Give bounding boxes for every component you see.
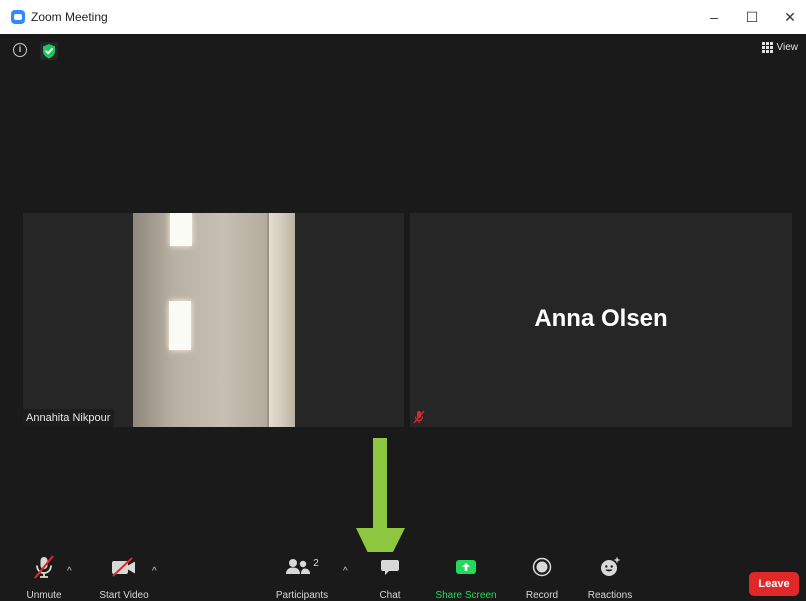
- title-bar: Zoom Meeting – ☐ ✕: [0, 0, 806, 34]
- caret-up-icon[interactable]: ^: [67, 566, 72, 577]
- muted-mic-icon: [413, 410, 425, 424]
- ceiling-light: [170, 213, 192, 246]
- participant-name-label: Annahita Nikpour: [23, 409, 115, 427]
- reactions-button[interactable]: Reactions: [586, 552, 634, 601]
- view-label: View: [776, 42, 799, 53]
- share-screen-label: Share Screen: [435, 590, 497, 601]
- start-video-button[interactable]: Start Video: [96, 552, 152, 601]
- caret-up-icon[interactable]: ^: [152, 566, 157, 577]
- reactions-icon: [599, 552, 621, 581]
- window-title: Zoom Meeting: [31, 10, 108, 24]
- shield-check-icon[interactable]: [40, 42, 58, 60]
- info-icon[interactable]: i: [13, 43, 27, 57]
- participants-label: Participants: [275, 590, 329, 601]
- unmute-button[interactable]: Unmute: [22, 552, 66, 601]
- video-off-icon: [110, 552, 138, 581]
- share-screen-button[interactable]: Share Screen: [434, 552, 498, 601]
- mic-off-icon: [32, 552, 56, 581]
- grid-view-icon: [761, 42, 773, 53]
- participants-count: 2: [313, 558, 319, 569]
- participants-icon: 2: [285, 552, 319, 581]
- caret-up-icon[interactable]: ^: [343, 566, 348, 577]
- participant-tile-anna[interactable]: Anna Olsen: [410, 213, 792, 427]
- participants-button[interactable]: 2 Participants: [273, 552, 331, 601]
- minimize-button[interactable]: –: [697, 0, 731, 34]
- participant-video: [133, 213, 295, 427]
- participant-tile-annahita[interactable]: Annahita Nikpour: [23, 213, 404, 427]
- chat-label: Chat: [379, 590, 401, 601]
- reactions-label: Reactions: [587, 590, 633, 601]
- meeting-stage: i View Annahita Nikpour Anna Olsen: [0, 34, 806, 578]
- record-button[interactable]: Record: [522, 552, 562, 601]
- unmute-label: Unmute: [26, 590, 62, 601]
- maximize-button[interactable]: ☐: [735, 0, 769, 34]
- record-label: Record: [525, 590, 559, 601]
- view-button[interactable]: View: [761, 42, 799, 53]
- meeting-toolbar: Unmute ^ Start Video ^ 2 Participants ^: [0, 552, 806, 601]
- share-screen-icon: [455, 552, 477, 581]
- zoom-logo-icon: [11, 10, 25, 24]
- leave-button[interactable]: Leave: [749, 572, 799, 596]
- chat-button[interactable]: Chat: [372, 552, 408, 601]
- record-icon: [532, 552, 552, 581]
- close-button[interactable]: ✕: [773, 0, 806, 34]
- chat-icon: [380, 552, 400, 581]
- ceiling-light: [169, 301, 191, 350]
- participant-display-name: Anna Olsen: [534, 305, 668, 332]
- start-video-label: Start Video: [99, 590, 149, 601]
